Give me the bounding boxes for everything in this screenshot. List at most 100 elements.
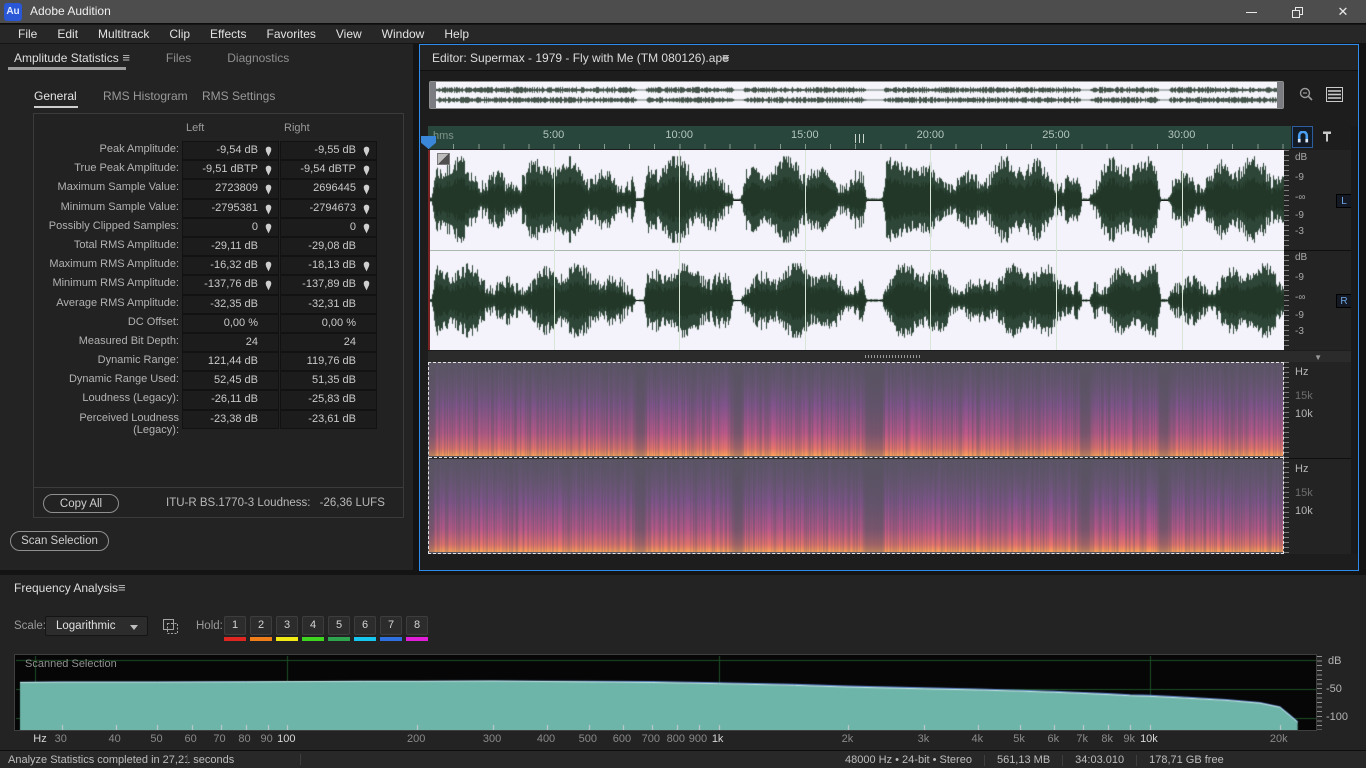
stat-value-right: 0,00 % — [280, 313, 377, 333]
menu-window[interactable]: Window — [372, 25, 435, 43]
restore-button[interactable] — [1274, 0, 1320, 24]
snapping-magnet-button[interactable] — [1292, 126, 1313, 148]
pin-icon[interactable] — [362, 261, 371, 275]
scan-selection-button[interactable]: Scan Selection — [10, 531, 109, 551]
close-button[interactable]: ✕ — [1320, 0, 1366, 24]
menu-view[interactable]: View — [326, 25, 372, 43]
scale-dropdown[interactable]: Logarithmic — [45, 616, 148, 636]
pin-icon[interactable] — [264, 165, 273, 179]
title-bar[interactable]: Au Adobe Audition ✕ — [0, 0, 1366, 24]
timeline-ruler[interactable]: hms 5:00 10:00 15:00 20:00 25:00 30:00 — [428, 126, 1291, 149]
itu-loudness-value: -26,36 LUFS — [319, 497, 385, 509]
frequency-analysis-panel: Frequency Analysis ≡ Scale: Logarithmic … — [0, 575, 1366, 750]
splitter-grip-icon — [865, 355, 921, 358]
frequency-panel-menu-icon[interactable]: ≡ — [118, 580, 126, 595]
pin-icon[interactable] — [264, 146, 273, 160]
hz-scale-label: 15k — [1295, 487, 1313, 499]
restore-icon — [1291, 6, 1303, 18]
tab-amplitude-statistics[interactable]: Amplitude Statistics ≡ — [0, 50, 152, 65]
db-scale-label: -9 — [1295, 272, 1304, 283]
view-splitter[interactable]: ▼ — [428, 351, 1358, 362]
clip-gain-widget[interactable] — [437, 153, 450, 165]
frequency-chart-canvas[interactable] — [15, 655, 1316, 730]
hold-button-3[interactable]: 3 — [276, 616, 298, 635]
editor-panel-menu-icon[interactable]: ≡ — [722, 50, 730, 65]
pin-icon[interactable] — [264, 261, 273, 275]
amplitude-scale[interactable]: dB -9 -∞ -9 -3 LdB -9 -∞ -9 -3 R — [1284, 150, 1352, 350]
stat-value-left: -9,54 dB — [182, 141, 279, 161]
channel-badge-right[interactable]: R — [1336, 294, 1352, 308]
stat-value-right: 2696445 — [280, 179, 377, 199]
overview-waveform-canvas[interactable] — [430, 82, 1283, 108]
waveform-right-canvas[interactable] — [428, 251, 1284, 350]
table-row: Minimum Sample Value: -2795381 -2794673 — [34, 198, 403, 218]
waveform-display[interactable] — [428, 150, 1284, 350]
frequency-scale[interactable]: Hz 15k 10k Hz 15k 10k — [1284, 362, 1352, 554]
audition-logo-icon: Au — [4, 3, 22, 21]
db-scale-label: -∞ — [1295, 192, 1306, 203]
menu-clip[interactable]: Clip — [159, 25, 200, 43]
menu-multitrack[interactable]: Multitrack — [88, 25, 159, 43]
subtab-general[interactable]: General — [34, 89, 77, 103]
spectral-display[interactable] — [428, 362, 1284, 554]
overview-right-handle[interactable] — [1277, 82, 1283, 108]
spectrogram-left-canvas[interactable] — [429, 363, 1283, 456]
panel-menu-icon[interactable]: ≡ — [119, 50, 130, 65]
hold-button-5[interactable]: 5 — [328, 616, 350, 635]
pin-icon[interactable] — [362, 184, 371, 198]
pin-icon[interactable] — [362, 204, 371, 218]
menu-edit[interactable]: Edit — [47, 25, 88, 43]
ruler-unit-label: hms — [433, 130, 454, 142]
menu-favorites[interactable]: Favorites — [257, 25, 326, 43]
pin-icon[interactable] — [362, 165, 371, 179]
overview-navigator[interactable] — [429, 81, 1284, 109]
subtab-rms-settings[interactable]: RMS Settings — [202, 89, 275, 103]
spectrogram-right-canvas[interactable] — [429, 460, 1283, 552]
hold-button-7[interactable]: 7 — [380, 616, 402, 635]
copy-graph-icon[interactable] — [161, 617, 179, 635]
pin-icon[interactable] — [362, 280, 371, 294]
tab-files[interactable]: Files — [152, 51, 213, 65]
app-title: Adobe Audition — [30, 4, 111, 18]
pin-icon[interactable] — [264, 280, 273, 294]
display-mode-icon[interactable] — [1324, 84, 1344, 104]
pin-icon[interactable] — [264, 223, 273, 237]
statistics-table: Left Right Peak Amplitude: -9,54 dB -9,55 … — [33, 113, 404, 518]
minimize-button[interactable] — [1228, 0, 1274, 24]
menu-help[interactable]: Help — [434, 25, 479, 43]
pin-tool-icon[interactable] — [1318, 127, 1336, 147]
hold-label: Hold: — [196, 620, 223, 632]
hold-button-4[interactable]: 4 — [302, 616, 324, 635]
x-axis-label: 600 — [612, 733, 632, 745]
hold-button-8[interactable]: 8 — [406, 616, 428, 635]
editor-panel: Editor: Supermax - 1979 - Fly with Me (T… — [419, 44, 1359, 571]
collapse-arrow-icon[interactable]: ▼ — [1314, 353, 1322, 362]
tab-diagnostics[interactable]: Diagnostics — [213, 51, 311, 65]
stat-value-left: 0 — [182, 217, 279, 237]
menu-file[interactable]: File — [8, 25, 47, 43]
ruler-label: 15:00 — [791, 129, 819, 141]
frequency-chart[interactable]: Scanned Selection — [14, 654, 1317, 731]
waveform-left-canvas[interactable] — [428, 150, 1284, 249]
editor-header[interactable]: Editor: Supermax - 1979 - Fly with Me (T… — [420, 45, 1358, 71]
marker-icon[interactable] — [855, 134, 865, 143]
column-header-right: Right — [284, 122, 310, 134]
stat-value-right: 24 — [280, 332, 377, 353]
pin-icon[interactable] — [264, 204, 273, 218]
pin-icon[interactable] — [362, 223, 371, 237]
copy-all-button[interactable]: Copy All — [43, 494, 119, 513]
zoom-navigate-icon[interactable] — [1296, 84, 1316, 104]
subtab-rms-histogram[interactable]: RMS Histogram — [103, 89, 188, 103]
channel-badge-left[interactable]: L — [1336, 194, 1352, 208]
itu-loudness-label: ITU-R BS.1770-3 Loudness: — [166, 497, 311, 509]
hold-button-6[interactable]: 6 — [354, 616, 376, 635]
hold-button-2[interactable]: 2 — [250, 616, 272, 635]
menu-effects[interactable]: Effects — [200, 25, 256, 43]
vertical-scrollbar[interactable] — [1351, 126, 1358, 554]
overview-left-handle[interactable] — [430, 82, 436, 108]
pin-icon[interactable] — [362, 146, 371, 160]
hz-scale-label: 10k — [1295, 408, 1313, 420]
hold-button-1[interactable]: 1 — [224, 616, 246, 635]
hold-color-swatch — [276, 637, 298, 641]
pin-icon[interactable] — [264, 184, 273, 198]
